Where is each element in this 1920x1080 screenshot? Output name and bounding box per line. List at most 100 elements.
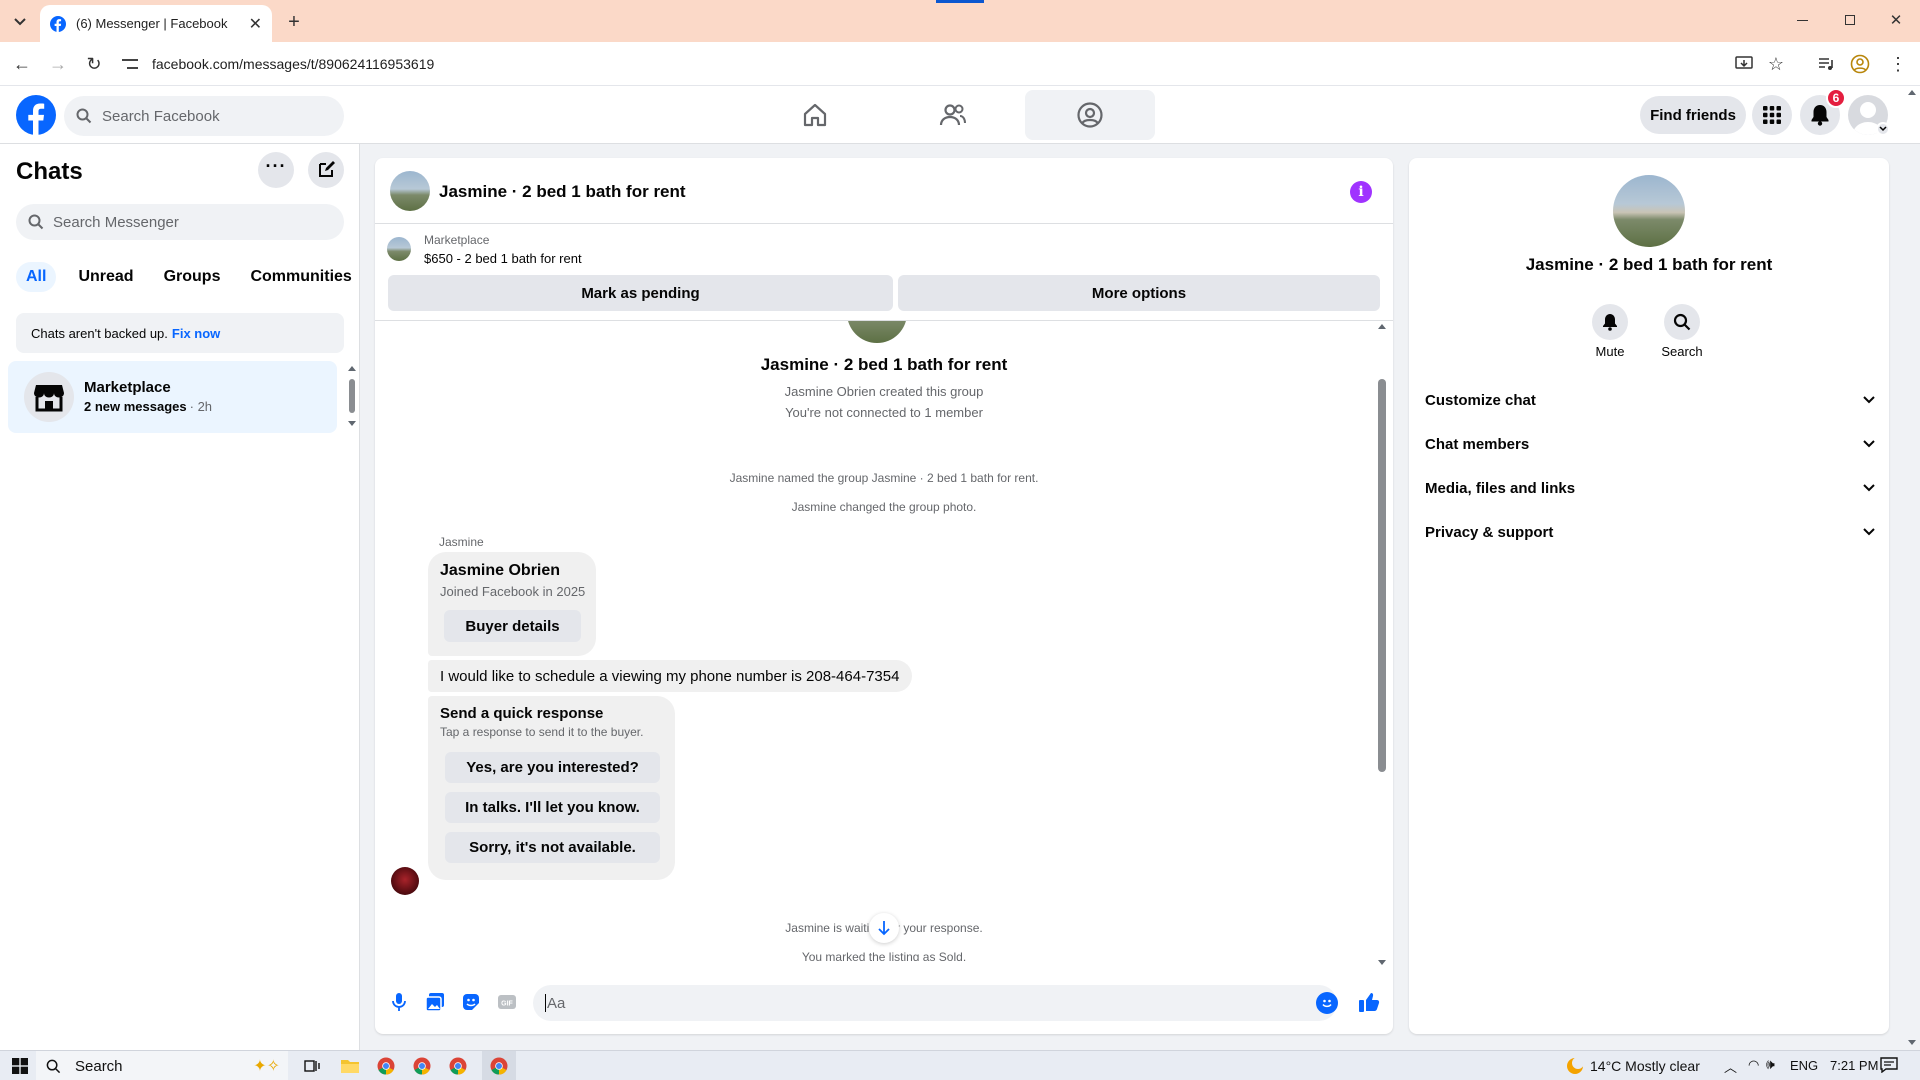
menu-grid-button[interactable] (1752, 95, 1792, 135)
thread-scrollbar[interactable] (1377, 324, 1387, 966)
reload-icon[interactable]: ↻ (82, 52, 106, 76)
media-controls-icon[interactable] (1814, 52, 1838, 76)
section-label: Chat members (1425, 435, 1530, 453)
chrome-taskbar-icon-active[interactable] (482, 1051, 516, 1080)
clock-time[interactable]: 7:21 PM (1830, 1058, 1878, 1073)
like-button[interactable] (1357, 990, 1381, 1014)
chrome-taskbar-icon-2[interactable] (410, 1056, 434, 1076)
group-photo-avatar[interactable] (390, 171, 430, 211)
gif-icon[interactable]: GIF (497, 992, 517, 1012)
listing-thumbnail[interactable] (387, 237, 411, 261)
quick-response-yes[interactable]: Yes, are you interested? (445, 752, 660, 783)
language-indicator[interactable]: ENG (1790, 1058, 1818, 1073)
notification-center-icon[interactable] (1880, 1057, 1898, 1073)
customize-chat-section[interactable]: Customize chat (1425, 382, 1875, 418)
nav-home[interactable] (760, 90, 870, 140)
buyer-name: Jasmine Obrien (440, 562, 561, 579)
info-title: Jasmine · 2 bed 1 bath for rent (1525, 255, 1773, 274)
search-in-chat-button[interactable] (1664, 304, 1700, 340)
quick-response-title: Send a quick response (440, 705, 604, 722)
wifi-icon[interactable]: ◠ (1748, 1057, 1759, 1073)
close-window-icon[interactable]: ✕ (1884, 10, 1908, 30)
minimize-icon[interactable] (1790, 10, 1814, 30)
nav-friends[interactable] (898, 90, 1008, 140)
messenger-search-input[interactable]: Search Messenger (16, 204, 344, 240)
file-explorer-icon[interactable] (338, 1056, 362, 1076)
chat-title[interactable]: Jasmine · 2 bed 1 bath for rent (439, 182, 686, 202)
sticker-icon[interactable] (461, 992, 481, 1012)
conversation-info-icon[interactable]: i (1350, 181, 1372, 203)
chat-list-scrollbar[interactable] (348, 366, 356, 426)
search-icon (28, 214, 44, 230)
tab-close-icon[interactable]: ✕ (249, 14, 262, 34)
chrome-taskbar-icon-1[interactable] (374, 1056, 398, 1076)
sender-avatar[interactable] (391, 867, 419, 895)
profile-icon[interactable] (1848, 52, 1872, 76)
browser-tab[interactable]: (6) Messenger | Facebook ✕ (40, 5, 272, 42)
url-text[interactable]: facebook.com/messages/t/890624116953619 (152, 56, 434, 72)
filter-tab-groups[interactable]: Groups (156, 262, 229, 292)
nav-messenger[interactable] (1025, 90, 1155, 140)
notification-count-badge: 6 (1826, 88, 1846, 108)
backup-notice-text: Chats aren't backed up. (31, 325, 168, 341)
quick-response-in-talks[interactable]: In talks. I'll let you know. (445, 792, 660, 823)
tab-title: (6) Messenger | Facebook (76, 16, 228, 31)
mute-button[interactable] (1592, 304, 1628, 340)
tab-list-chevron-icon[interactable] (8, 10, 32, 34)
info-group-photo[interactable] (1613, 175, 1685, 247)
bookmark-star-icon[interactable]: ☆ (1764, 52, 1788, 76)
chevron-down-icon (1863, 528, 1875, 536)
facebook-header: Search Facebook Find friends 6 (0, 86, 1920, 144)
svg-text:GIF: GIF (501, 1001, 513, 1008)
more-icon: ··· (265, 155, 287, 176)
facebook-logo-icon[interactable] (16, 95, 56, 135)
chat-members-section[interactable]: Chat members (1425, 426, 1875, 462)
chats-options-button[interactable]: ··· (258, 152, 294, 188)
page-scrollbar[interactable] (1906, 90, 1918, 1048)
omnibox[interactable]: facebook.com/messages/t/890624116953619 (122, 49, 1782, 79)
search-icon (46, 1059, 61, 1073)
privacy-support-section[interactable]: Privacy & support (1425, 514, 1875, 550)
new-message-button[interactable] (308, 152, 344, 188)
weather-moon-icon[interactable] (1566, 1057, 1584, 1075)
speaker-icon[interactable]: 🕪 (1766, 1056, 1775, 1073)
listing-title[interactable]: $650 - 2 bed 1 bath for rent (424, 251, 582, 266)
chat-list-item-marketplace[interactable]: Marketplace 2 new messages · 2h (8, 361, 337, 433)
scroll-to-bottom-button[interactable] (869, 913, 899, 943)
emoji-icon[interactable] (1316, 992, 1338, 1014)
back-icon[interactable]: ← (10, 52, 34, 76)
microphone-icon[interactable] (389, 992, 409, 1012)
friends-icon (939, 104, 966, 126)
task-view-icon[interactable] (302, 1056, 322, 1076)
taskbar-search[interactable]: Search ✦✧ (36, 1051, 288, 1080)
filter-tab-communities[interactable]: Communities (242, 262, 359, 292)
tab-strip-indicator (936, 0, 984, 3)
find-friends-button[interactable]: Find friends (1640, 96, 1746, 134)
chrome-taskbar-icon-3[interactable] (446, 1056, 470, 1076)
filter-tab-all[interactable]: All (16, 262, 57, 292)
weather-text[interactable]: 14°C Mostly clear (1590, 1058, 1700, 1074)
install-app-icon[interactable] (1732, 52, 1756, 76)
photo-icon[interactable] (425, 992, 445, 1012)
mark-as-pending-button[interactable]: Mark as pending (388, 275, 893, 311)
facebook-search-input[interactable]: Search Facebook (64, 96, 344, 136)
buyer-details-button[interactable]: Buyer details (444, 610, 581, 642)
site-info-icon[interactable] (122, 56, 138, 72)
thread-group-name: Jasmine · 2 bed 1 bath for rent (760, 355, 1008, 374)
account-chevron-icon[interactable] (1876, 122, 1890, 136)
bell-icon (1811, 105, 1829, 126)
listing-source: Marketplace (424, 233, 490, 247)
fix-now-link[interactable]: Fix now (172, 326, 220, 341)
quick-response-not-available[interactable]: Sorry, it's not available. (445, 832, 660, 863)
filter-tab-unread[interactable]: Unread (70, 262, 141, 292)
media-files-links-section[interactable]: Media, files and links (1425, 470, 1875, 506)
tray-chevron-icon[interactable]: ︿ (1724, 1057, 1737, 1076)
restore-icon[interactable] (1838, 10, 1862, 30)
browser-menu-icon[interactable]: ⋮ (1886, 52, 1910, 76)
windows-start-icon[interactable] (12, 1058, 28, 1074)
more-options-button[interactable]: More options (898, 275, 1380, 311)
message-input[interactable]: Aa (533, 985, 1337, 1021)
new-tab-icon[interactable]: + (282, 10, 306, 34)
arrow-down-icon (878, 921, 890, 936)
forward-icon[interactable]: → (46, 52, 70, 76)
